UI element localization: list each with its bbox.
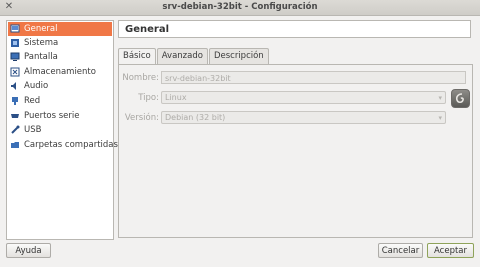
cancel-button[interactable]: Cancelar	[378, 243, 423, 258]
sidebar-item-sistema[interactable]: Sistema	[8, 36, 112, 50]
serial-ports-icon	[10, 111, 20, 121]
audio-icon	[10, 81, 20, 91]
tab-bar: Básico Avanzado Descripción	[118, 48, 270, 65]
sidebar-item-label: Red	[24, 96, 41, 106]
version-select[interactable]: Debian (32 bit) ▾	[161, 111, 446, 124]
sidebar-item-red[interactable]: Red	[8, 94, 112, 108]
chevron-down-icon: ▾	[438, 114, 442, 122]
chevron-down-icon: ▾	[438, 94, 442, 102]
sidebar-item-carpetas-compartidas[interactable]: Carpetas compartidas	[8, 138, 118, 152]
tab-content: Nombre: srv-debian-32bit Tipo: Linux ▾ V…	[118, 64, 473, 238]
general-icon	[10, 24, 20, 34]
tab-basico[interactable]: Básico	[118, 48, 156, 65]
window-title: srv-debian-32bit - Configuración	[162, 2, 318, 12]
storage-icon	[10, 67, 20, 77]
name-field[interactable]: srv-debian-32bit	[161, 71, 466, 84]
type-select-value: Linux	[165, 93, 187, 102]
sidebar-item-label: Audio	[24, 81, 49, 91]
sidebar-item-label: Almacenamiento	[24, 67, 96, 77]
sidebar-item-pantalla[interactable]: Pantalla	[8, 50, 112, 64]
tab-descripcion[interactable]: Descripción	[208, 48, 269, 64]
sidebar-item-label: USB	[24, 125, 42, 135]
sidebar-item-label: General	[24, 24, 58, 34]
version-row: Versión: Debian (32 bit) ▾	[119, 111, 474, 125]
network-icon	[10, 96, 20, 106]
type-select[interactable]: Linux ▾	[161, 91, 446, 104]
name-label: Nombre:	[122, 73, 159, 83]
sidebar-item-general[interactable]: General	[8, 22, 112, 36]
sidebar-item-audio[interactable]: Audio	[8, 79, 112, 93]
name-row: Nombre: srv-debian-32bit	[119, 71, 474, 85]
version-select-value: Debian (32 bit)	[165, 113, 226, 122]
sidebar-item-usb[interactable]: USB	[8, 123, 112, 137]
type-label: Tipo:	[138, 93, 159, 103]
sidebar-item-label: Carpetas compartidas	[24, 140, 118, 150]
display-icon	[10, 52, 20, 62]
sidebar-item-almacenamiento[interactable]: Almacenamiento	[8, 65, 112, 79]
tab-avanzado[interactable]: Avanzado	[156, 48, 208, 64]
version-label: Versión:	[124, 113, 159, 123]
shared-folders-icon	[10, 140, 20, 150]
page-title: General	[118, 20, 471, 38]
os-type-icon	[451, 89, 470, 108]
title-bar: ✕ srv-debian-32bit - Configuración	[0, 0, 480, 16]
settings-sidebar: General Sistema Pantalla Almacenamiento …	[6, 20, 118, 240]
close-icon[interactable]: ✕	[3, 1, 15, 13]
sidebar-item-label: Puertos serie	[24, 111, 80, 121]
sidebar-item-puertos-serie[interactable]: Puertos serie	[8, 109, 112, 123]
accept-button[interactable]: Aceptar	[427, 243, 474, 258]
type-row: Tipo: Linux ▾	[119, 91, 474, 105]
usb-icon	[10, 125, 20, 135]
help-button[interactable]: Ayuda	[6, 243, 51, 258]
sidebar-item-label: Sistema	[24, 38, 59, 48]
system-icon	[10, 38, 20, 48]
sidebar-item-label: Pantalla	[24, 52, 58, 62]
main-panel: General Básico Avanzado Descripción Nomb…	[118, 20, 473, 238]
